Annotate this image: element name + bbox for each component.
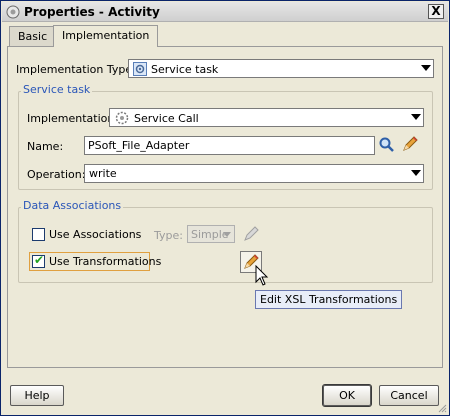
- title-bar: Properties - Activity X: [2, 2, 448, 22]
- implementation-type-value: Service task: [151, 63, 219, 76]
- pencil-icon[interactable]: [401, 135, 419, 153]
- checkmark-icon: ✔: [34, 253, 45, 267]
- help-button[interactable]: Help: [10, 385, 64, 406]
- gear-icon: [115, 111, 129, 125]
- edit-xsl-tooltip: Edit XSL Transformations: [255, 290, 403, 309]
- title-app-icon: [6, 5, 20, 19]
- use-transformations-checkbox[interactable]: ✔: [32, 253, 45, 268]
- use-associations-checkbox[interactable]: [32, 228, 45, 241]
- implementation-select[interactable]: Service Call: [109, 108, 424, 127]
- properties-dialog: Properties - Activity X Basic Implementa…: [0, 0, 450, 416]
- pencil-disabled-icon: [244, 226, 259, 241]
- operation-value: write: [89, 167, 117, 180]
- ok-button[interactable]: OK: [322, 384, 372, 407]
- implementation-type-label: Implementation Type:: [16, 63, 136, 76]
- data-associations-group: [18, 207, 433, 283]
- cancel-button[interactable]: Cancel: [379, 385, 439, 406]
- type-label: Type:: [154, 229, 183, 242]
- operation-select[interactable]: write: [84, 164, 424, 183]
- arrow-cursor-icon: [255, 265, 269, 286]
- service-task-group-title: Service task: [21, 83, 93, 96]
- service-task-icon: [133, 62, 147, 76]
- tab-basic[interactable]: Basic: [9, 26, 57, 46]
- use-transformations-label: Use Transformations: [49, 255, 162, 268]
- implementation-label: Implementation:: [27, 112, 119, 125]
- data-associations-group-title: Data Associations: [21, 199, 124, 212]
- operation-label: Operation:: [27, 168, 86, 181]
- implementation-type-select[interactable]: Service task: [128, 59, 434, 78]
- name-field[interactable]: PSoft_File_Adapter: [84, 136, 375, 155]
- search-icon[interactable]: [378, 136, 396, 154]
- chevron-down-icon[interactable]: [411, 114, 421, 120]
- close-button[interactable]: X: [428, 4, 444, 19]
- use-associations-label: Use Associations: [49, 228, 142, 241]
- window-title: Properties - Activity: [24, 5, 160, 19]
- type-select[interactable]: Simple: [187, 225, 235, 243]
- chevron-down-icon: [223, 232, 231, 237]
- resize-grip-icon[interactable]: [437, 403, 447, 413]
- tab-implementation[interactable]: Implementation: [53, 25, 159, 47]
- name-label: Name:: [27, 140, 64, 153]
- implementation-value: Service Call: [134, 112, 199, 125]
- chevron-down-icon[interactable]: [421, 65, 431, 71]
- chevron-down-icon[interactable]: [411, 170, 421, 176]
